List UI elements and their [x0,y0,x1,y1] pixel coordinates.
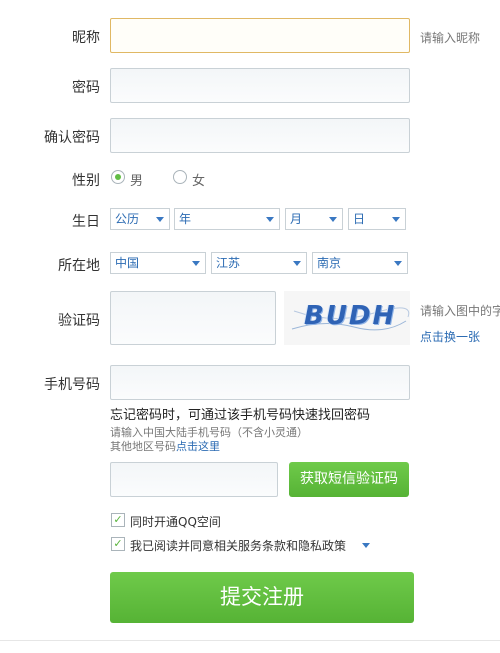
get-sms-code-button[interactable]: 获取短信验证码 [289,462,409,497]
captcha-image[interactable]: BUDH [284,291,410,345]
country-select[interactable]: 中国 [110,252,206,274]
gender-female-label[interactable]: 女 [192,170,205,189]
year-select[interactable]: 年 [174,208,280,230]
password-label: 密码 [72,80,100,96]
phone-input[interactable] [110,365,410,400]
day-select-value: 日 [353,212,366,226]
password-input[interactable] [110,68,410,103]
gender-male-label[interactable]: 男 [130,170,143,189]
month-select-value: 月 [290,212,303,226]
captcha-label: 验证码 [58,313,100,329]
phone-label: 手机号码 [44,377,100,393]
year-select-value: 年 [179,212,192,226]
phone-note: 忘记密码时，可通过该手机号码快速找回密码 [110,408,371,423]
captcha-input[interactable] [110,291,276,345]
nickname-hint: 请输入昵称 [420,31,481,45]
month-select[interactable]: 月 [285,208,343,230]
province-select-value: 江苏 [216,256,241,270]
captcha-refresh-link[interactable]: 点击换一张 [420,328,480,345]
nickname-label: 昵称 [72,30,100,46]
phone-other-link[interactable]: 点击这里 [176,440,220,453]
agree-checkbox[interactable]: ✓ [111,537,125,551]
chevron-down-icon [266,217,274,222]
confirm-password-input[interactable] [110,118,410,153]
calendar-select[interactable]: 公历 [110,208,170,230]
chevron-down-icon [392,217,400,222]
nickname-input[interactable] [110,18,410,53]
birthday-label: 生日 [72,214,100,230]
phone-other-prefix: 其他地区号码 [110,440,176,453]
phone-other-region: 其他地区号码点击这里 [110,438,220,454]
gender-male-radio[interactable] [111,170,125,184]
calendar-select-value: 公历 [115,212,140,226]
chevron-down-icon [329,217,337,222]
chevron-down-icon [394,261,402,266]
province-select[interactable]: 江苏 [211,252,307,274]
captcha-hint: 请输入图中的字 [420,304,500,318]
chevron-down-icon [192,261,200,266]
day-select[interactable]: 日 [348,208,406,230]
agree-label[interactable]: 我已阅读并同意相关服务条款和隐私政策 [130,537,346,554]
gender-label: 性别 [72,173,100,189]
sms-code-input[interactable] [110,462,278,497]
location-label: 所在地 [58,258,100,274]
country-select-value: 中国 [115,256,140,270]
bottom-divider [0,640,500,641]
confirm-password-label: 确认密码 [44,130,100,146]
qzone-checkbox[interactable]: ✓ [111,513,125,527]
agree-expand-icon[interactable] [362,543,370,548]
submit-register-button[interactable]: 提交注册 [110,572,414,623]
chevron-down-icon [293,261,301,266]
qzone-label[interactable]: 同时开通QQ空间 [130,513,221,530]
chevron-down-icon [156,217,164,222]
city-select-value: 南京 [317,256,342,270]
captcha-text: BUDH [304,301,397,331]
city-select[interactable]: 南京 [312,252,408,274]
gender-female-radio[interactable] [173,170,187,184]
